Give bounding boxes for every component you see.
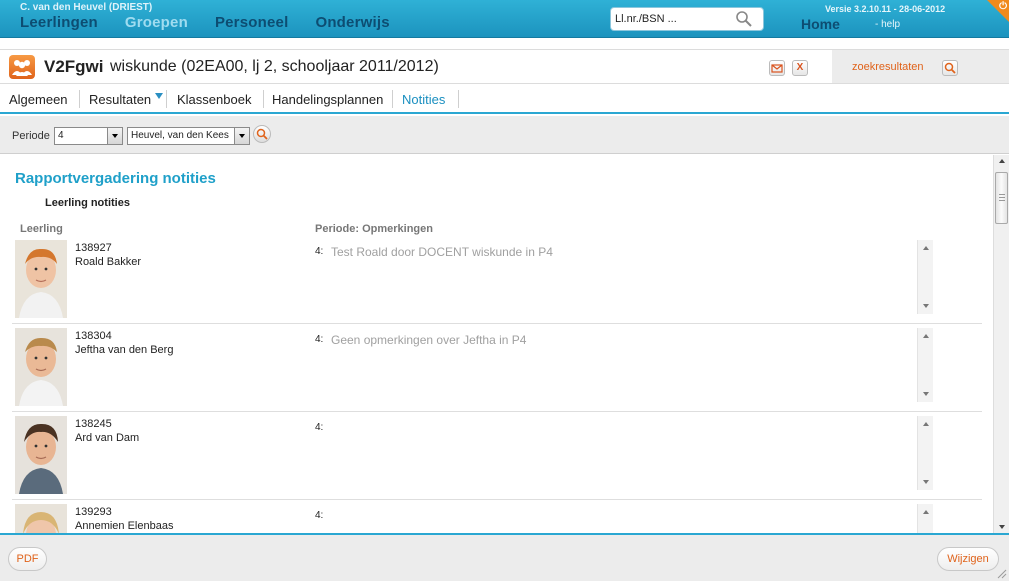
note-textarea[interactable]: Test Roald door DOCENT wiskunde in P4 bbox=[329, 240, 933, 314]
student-name: Ard van Dam bbox=[75, 432, 140, 444]
content-scrollbar[interactable] bbox=[993, 155, 1009, 533]
home-link[interactable]: Home bbox=[801, 16, 840, 32]
column-header-leerling: Leerling bbox=[20, 223, 63, 235]
student-row: 138927 Roald Bakker 4: Test Roald door D… bbox=[0, 240, 993, 328]
note-scrollbar[interactable] bbox=[917, 328, 933, 402]
nav-groepen[interactable]: Groepen bbox=[125, 14, 188, 31]
note-text: Geen opmerkingen over Jeftha in P4 bbox=[331, 333, 527, 347]
nav-onderwijs[interactable]: Onderwijs bbox=[315, 14, 389, 31]
student-name: Annemien Elenbaas bbox=[75, 520, 174, 532]
nav-personeel[interactable]: Personeel bbox=[215, 14, 289, 31]
tab-divider bbox=[392, 90, 393, 108]
help-link[interactable]: - help bbox=[875, 19, 900, 30]
tab-divider bbox=[263, 90, 264, 108]
note-textarea[interactable] bbox=[329, 504, 933, 533]
note-scrollbar[interactable] bbox=[917, 504, 933, 533]
mail-button[interactable] bbox=[769, 60, 785, 76]
chevron-down-icon[interactable] bbox=[155, 93, 163, 99]
scroll-down-arrow[interactable] bbox=[999, 525, 1005, 529]
resize-grip-icon[interactable] bbox=[997, 569, 1007, 579]
row-divider bbox=[12, 323, 982, 324]
search-results-button[interactable] bbox=[942, 60, 958, 76]
tab-bar: Algemeen Resultaten Klassenboek Handelin… bbox=[0, 83, 1009, 114]
periode-number: 4: bbox=[315, 334, 324, 345]
student-number: 138304 bbox=[75, 330, 112, 342]
search-icon bbox=[944, 62, 956, 74]
title-bar: V2Fgwi wiskunde (02EA00, lj 2, schooljaa… bbox=[0, 49, 1009, 84]
footer-bar: PDF Wijzigen bbox=[0, 533, 1009, 581]
search-results-panel: zoekresultaten bbox=[832, 50, 1009, 84]
student-photo bbox=[15, 328, 67, 406]
row-divider bbox=[12, 411, 982, 412]
version-label: Versie 3.2.10.11 - 28-06-2012 bbox=[825, 4, 946, 14]
mail-icon bbox=[771, 64, 783, 73]
subsection-title: Leerling notities bbox=[45, 197, 130, 209]
student-number: 138245 bbox=[75, 418, 112, 430]
group-code: V2Fgwi bbox=[44, 57, 104, 76]
pdf-button[interactable]: PDF bbox=[8, 547, 47, 571]
top-bar: C. van den Heuvel (DRIEST) Leerlingen Gr… bbox=[0, 0, 1009, 38]
power-icon: ⏻ bbox=[999, 1, 1007, 12]
periode-number: 4: bbox=[315, 422, 324, 433]
tab-divider bbox=[458, 90, 459, 108]
tab-resultaten[interactable]: Resultaten bbox=[89, 92, 151, 107]
student-row: 138304 Jeftha van den Berg 4: Geen opmer… bbox=[0, 328, 993, 416]
student-photo bbox=[15, 240, 67, 318]
periode-select[interactable]: 4 bbox=[54, 127, 123, 145]
periode-number: 4: bbox=[315, 510, 324, 521]
search-input[interactable] bbox=[611, 8, 729, 30]
user-name: C. van den Heuvel (DRIEST) bbox=[20, 2, 153, 13]
periode-label: Periode bbox=[12, 130, 50, 142]
note-scrollbar[interactable] bbox=[917, 416, 933, 490]
section-title: Rapportvergadering notities bbox=[15, 170, 216, 187]
tab-algemeen[interactable]: Algemeen bbox=[9, 92, 68, 107]
periode-value: 4 bbox=[58, 130, 64, 141]
scroll-up-arrow[interactable] bbox=[999, 159, 1005, 163]
search-results-link[interactable]: zoekresultaten bbox=[852, 61, 924, 73]
student-name: Roald Bakker bbox=[75, 256, 142, 268]
note-text: Test Roald door DOCENT wiskunde in P4 bbox=[331, 245, 553, 259]
tab-klassenboek[interactable]: Klassenboek bbox=[177, 92, 251, 107]
scroll-thumb[interactable] bbox=[995, 172, 1008, 224]
main-nav: Leerlingen Groepen Personeel Onderwijs bbox=[20, 14, 417, 31]
student-search bbox=[610, 7, 764, 31]
chevron-down-icon[interactable] bbox=[234, 128, 249, 144]
chevron-down-icon[interactable] bbox=[107, 128, 122, 144]
student-number: 138927 bbox=[75, 242, 112, 254]
logout-corner[interactable]: ⏻ bbox=[987, 0, 1009, 22]
nav-leerlingen[interactable]: Leerlingen bbox=[20, 14, 98, 31]
row-divider bbox=[12, 499, 982, 500]
student-row: 139293 Annemien Elenbaas 4: bbox=[0, 504, 993, 533]
tab-notities[interactable]: Notities bbox=[402, 92, 445, 107]
teacher-select[interactable]: Heuvel, van den Kees bbox=[127, 127, 250, 145]
column-header-periode: Periode: Opmerkingen bbox=[315, 223, 433, 235]
notes-content: Rapportvergadering notities Leerling not… bbox=[0, 155, 993, 533]
note-textarea[interactable] bbox=[329, 416, 933, 490]
close-button[interactable]: X bbox=[792, 60, 808, 76]
group-description: wiskunde (02EA00, lj 2, schooljaar 2011/… bbox=[110, 58, 439, 75]
student-name: Jeftha van den Berg bbox=[75, 344, 174, 356]
periode-number: 4: bbox=[315, 246, 324, 257]
tab-handelingsplannen[interactable]: Handelingsplannen bbox=[272, 92, 383, 107]
filter-search-button[interactable] bbox=[253, 125, 271, 143]
student-number: 139293 bbox=[75, 506, 112, 518]
student-photo bbox=[15, 416, 67, 494]
note-textarea[interactable]: Geen opmerkingen over Jeftha in P4 bbox=[329, 328, 933, 402]
note-scrollbar[interactable] bbox=[917, 240, 933, 314]
search-icon bbox=[256, 128, 268, 140]
student-row: 138245 Ard van Dam 4: bbox=[0, 416, 993, 504]
group-icon bbox=[9, 55, 35, 79]
tab-divider bbox=[166, 90, 167, 108]
search-icon[interactable] bbox=[735, 10, 753, 31]
teacher-value: Heuvel, van den Kees bbox=[131, 130, 229, 141]
student-photo bbox=[15, 504, 67, 533]
wijzigen-button[interactable]: Wijzigen bbox=[937, 547, 999, 571]
tab-divider bbox=[79, 90, 80, 108]
filter-bar: Periode 4 Heuvel, van den Kees bbox=[0, 116, 1009, 154]
